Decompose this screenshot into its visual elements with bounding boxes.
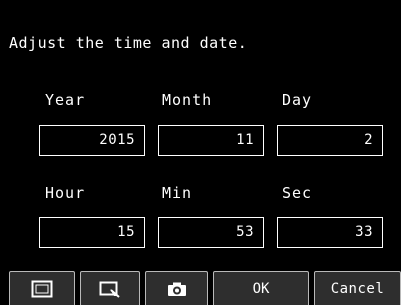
month-field[interactable]: 11 — [158, 125, 264, 156]
ok-button[interactable]: OK — [213, 271, 309, 305]
bottom-toolbar: OK Cancel — [0, 270, 401, 305]
cancel-button[interactable]: Cancel — [314, 271, 401, 305]
min-field[interactable]: 53 — [158, 217, 264, 248]
fullscreen-button[interactable] — [9, 271, 75, 305]
hour-label: Hour — [45, 184, 86, 202]
fullscreen-frame-icon — [31, 280, 53, 298]
sec-label: Sec — [282, 184, 313, 202]
min-label: Min — [162, 184, 193, 202]
year-label: Year — [45, 91, 86, 109]
month-label: Month — [162, 91, 213, 109]
zoom-window-button[interactable] — [80, 271, 140, 305]
camera-icon — [167, 281, 187, 297]
capture-button[interactable] — [145, 271, 208, 305]
day-field[interactable]: 2 — [277, 125, 383, 156]
instruction-text: Adjust the time and date. — [9, 34, 248, 52]
year-field[interactable]: 2015 — [39, 125, 145, 156]
sec-field[interactable]: 33 — [277, 217, 383, 248]
zoom-window-icon — [99, 280, 121, 298]
day-label: Day — [282, 91, 313, 109]
hour-field[interactable]: 15 — [39, 217, 145, 248]
